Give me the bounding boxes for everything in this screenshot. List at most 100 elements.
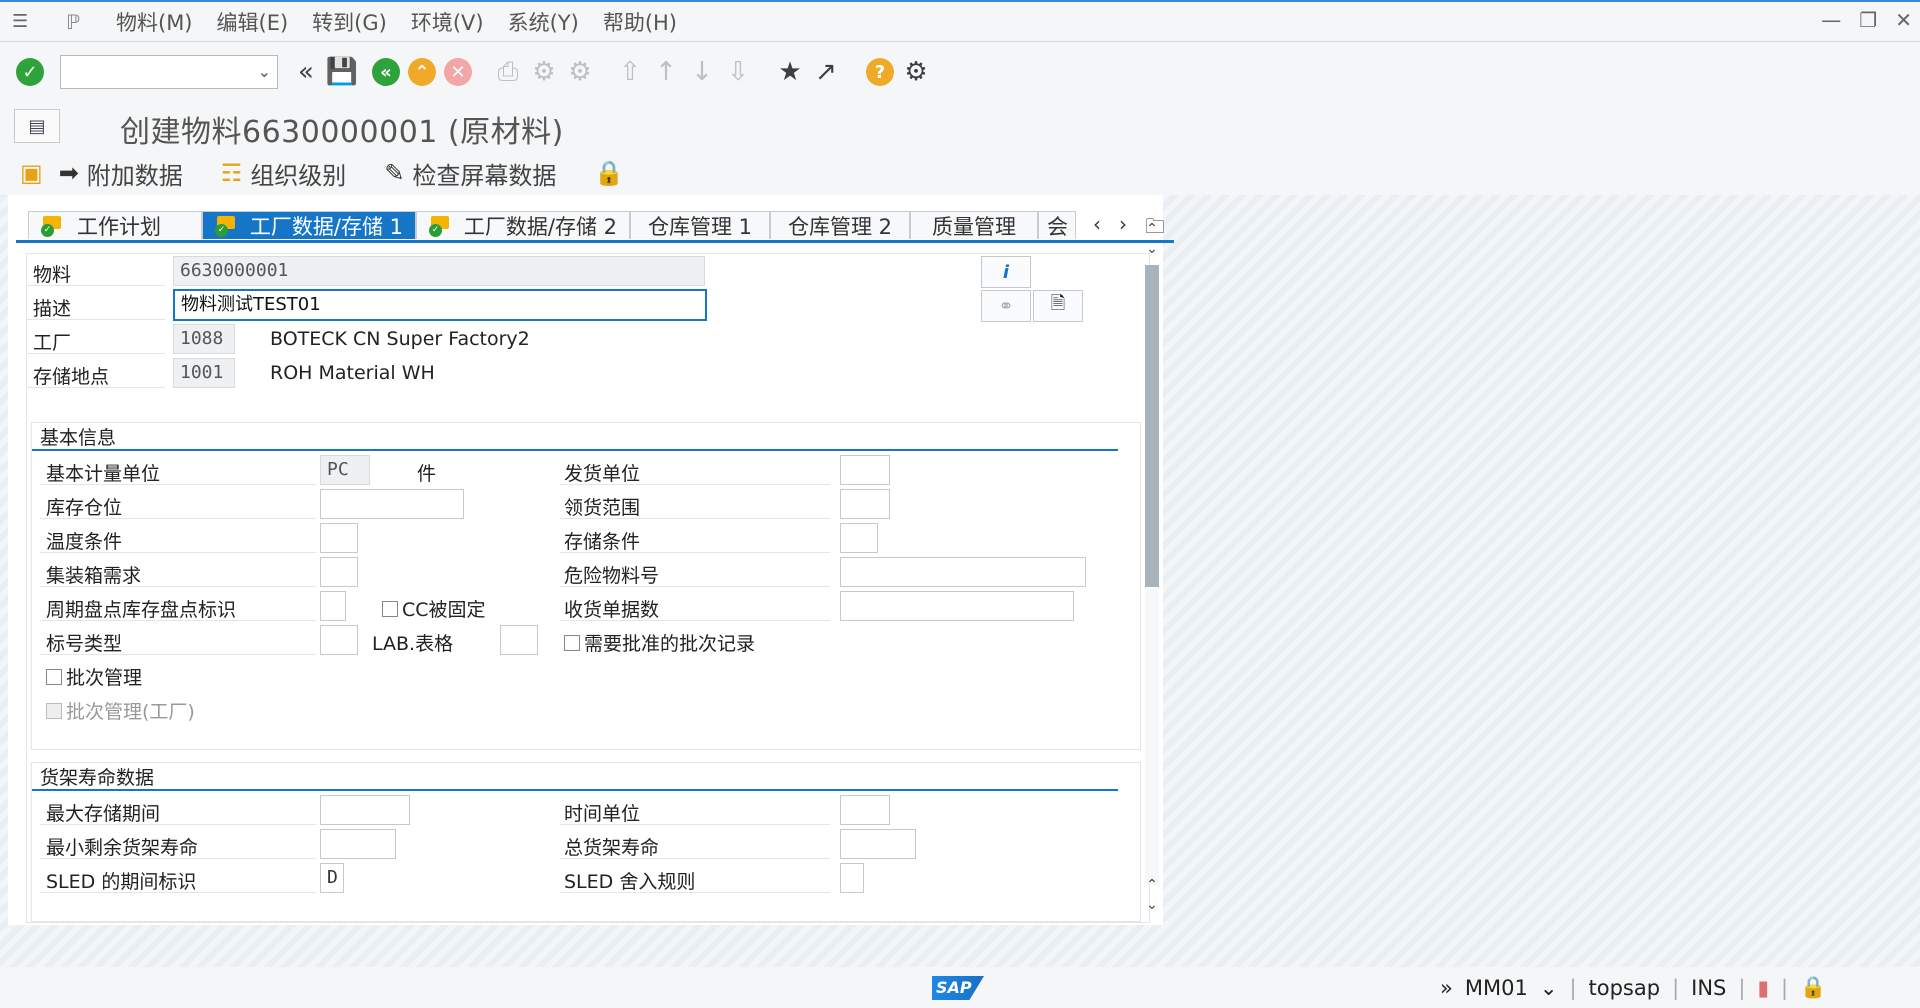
haz-mat-input[interactable] — [840, 557, 1086, 587]
org-levels-button[interactable]: ☶ 组织级别 — [221, 156, 347, 191]
vertical-scrollbar[interactable]: ⌃ ⌄ — [1142, 221, 1162, 885]
back-history-button[interactable]: « — [288, 54, 324, 90]
sled-rounding-input[interactable] — [840, 863, 864, 893]
select-views-button[interactable]: ▣ — [20, 159, 43, 187]
additional-data-label: 附加数据 — [86, 161, 183, 190]
storage-location-field: 1001 — [173, 358, 235, 388]
help-button[interactable]: ? — [862, 54, 898, 90]
menu-bar: ☰ ℙ 物料(M) 编辑(E) 转到(G) 环境(V) 系统(Y) 帮助(H) … — [0, 0, 1920, 42]
tab-plant-storage-2[interactable]: ✓ 工厂数据/存储 2 — [416, 211, 630, 239]
print-button[interactable]: ⎙ — [490, 54, 526, 90]
approved-batch-checkbox[interactable]: 需要批准的批次记录 — [564, 629, 755, 656]
lock-button[interactable]: 🔒 — [594, 159, 624, 187]
storage-cond-input[interactable] — [840, 523, 878, 553]
label-type-input[interactable] — [320, 625, 358, 655]
scroll-up-icon[interactable]: ⌃ — [1142, 221, 1162, 241]
display-button[interactable]: ⚭ — [981, 290, 1031, 322]
server-name: topsap — [1588, 975, 1661, 1000]
group-title: 货架寿命数据 — [40, 767, 155, 789]
scroll-down-icon[interactable]: ⌄ — [1142, 897, 1162, 917]
scroll-thumb[interactable] — [1145, 265, 1159, 587]
tab-label: 仓库管理 2 — [787, 214, 893, 239]
save-icon: 💾 — [325, 57, 359, 87]
tab-plant-storage-1[interactable]: ✓ 工厂数据/存储 1 — [202, 211, 416, 239]
time-unit-input[interactable] — [840, 795, 890, 825]
tab-warehouse-2[interactable]: 仓库管理 2 — [770, 211, 910, 239]
customize-layout-button[interactable]: ⚙ — [898, 54, 934, 90]
input-mode[interactable]: INS — [1691, 976, 1726, 1000]
close-icon[interactable]: ✕ — [1895, 8, 1912, 32]
next-page-button[interactable]: ↓ — [684, 54, 720, 90]
sled-period-label: SLED 的期间标识 — [46, 871, 197, 893]
scroll-down-icon[interactable]: ⌄ — [1142, 241, 1162, 261]
sled-period-input[interactable]: D — [320, 863, 344, 893]
prev-page-button[interactable]: ↑ — [648, 54, 684, 90]
view-status-icon: ✓ — [215, 215, 236, 237]
last-page-button[interactable]: ⇩ — [720, 54, 756, 90]
unit-of-issue-input[interactable] — [840, 455, 890, 485]
tab-quality[interactable]: 质量管理 — [910, 211, 1038, 239]
check-screen-data-button[interactable]: ✎ 检查屏幕数据 — [384, 156, 556, 191]
double-chevron-right-icon[interactable]: » — [1440, 976, 1453, 1000]
max-storage-input[interactable] — [320, 795, 410, 825]
scroll-up-icon[interactable]: ⌃ — [1142, 877, 1162, 897]
menu-help[interactable]: 帮助(H) — [603, 7, 677, 37]
menu-system[interactable]: 系统(Y) — [508, 7, 579, 37]
description-input[interactable]: 物料测试TEST01 — [173, 289, 707, 321]
menu-material[interactable]: 物料(M) — [116, 7, 193, 37]
lab-form-input[interactable] — [500, 625, 538, 655]
menu-environment[interactable]: 环境(V) — [411, 7, 484, 37]
group-title: 基本信息 — [40, 427, 117, 449]
group-title-line — [32, 789, 1118, 791]
restore-icon[interactable]: ❐ — [1859, 8, 1877, 32]
tab-work-scheduling[interactable]: ✓ 工作计划 — [28, 211, 202, 239]
tab-accounting[interactable]: 会 — [1038, 211, 1076, 239]
find-button[interactable]: ⚙ — [526, 54, 562, 90]
checkbox-box[interactable] — [382, 600, 398, 617]
storage-bin-input[interactable] — [320, 489, 464, 519]
shortcut-button[interactable]: ↗ — [808, 54, 844, 90]
cycle-count-input[interactable] — [320, 591, 346, 621]
additional-data-button[interactable]: ➡ 附加数据 — [59, 156, 183, 191]
exit-button[interactable]: ⌃ — [404, 54, 440, 90]
cc-fixed-checkbox[interactable]: CC被固定 — [382, 595, 486, 622]
min-rem-input[interactable] — [320, 829, 396, 859]
save-button[interactable]: 💾 — [324, 54, 360, 90]
transaction-code: MM01 — [1464, 975, 1528, 1000]
binoculars-icon: ⚙ — [532, 57, 556, 87]
temp-cond-input[interactable] — [320, 523, 358, 553]
find-next-button[interactable]: ⚙ — [562, 54, 598, 90]
menu-goto[interactable]: 转到(G) — [312, 7, 387, 37]
command-field[interactable]: ⌄ — [60, 55, 278, 89]
picking-area-input[interactable] — [840, 489, 890, 519]
haz-mat-label: 危险物料号 — [564, 565, 660, 587]
cancel-button[interactable]: ✕ — [440, 54, 476, 90]
first-page-button[interactable]: ⇧ — [612, 54, 648, 90]
back-button[interactable]: « — [368, 54, 404, 90]
checkbox-box[interactable] — [46, 668, 62, 685]
batch-mgmt-checkbox[interactable]: 批次管理 — [46, 663, 142, 690]
document-button[interactable]: 🗎 — [1033, 290, 1083, 322]
chevron-down-icon[interactable]: ⌄ — [1540, 976, 1558, 1000]
total-shelf-input[interactable] — [840, 829, 916, 859]
tab-content: 物料 6630000001 描述 物料测试TEST01 工厂 1088 BOTE… — [26, 253, 1150, 923]
page-title: 创建物料6630000001 (原材料) — [120, 115, 564, 150]
picking-area-label: 领货范围 — [564, 497, 641, 519]
checkbox-box[interactable] — [564, 634, 580, 651]
minimize-icon[interactable]: — — [1821, 8, 1841, 32]
temp-cond-label: 温度条件 — [46, 531, 123, 553]
container-input[interactable] — [320, 557, 358, 587]
tab-warehouse-1[interactable]: 仓库管理 1 — [630, 211, 770, 239]
enter-button[interactable]: ✓ — [12, 54, 48, 90]
menu-edit[interactable]: 编辑(E) — [217, 7, 289, 37]
gr-slips-input[interactable] — [840, 591, 1074, 621]
command-input[interactable] — [61, 56, 251, 86]
info-button[interactable]: i — [981, 256, 1031, 288]
chevron-down-icon[interactable]: ⌄ — [258, 62, 271, 81]
batch-mgmt-plant-checkbox: 批次管理(工厂) — [46, 697, 195, 724]
create-session-button[interactable]: ★ — [772, 54, 808, 90]
screen-menu-icon[interactable]: ▤ — [14, 109, 60, 143]
arrow-right-icon: ➡ — [58, 159, 79, 187]
system-menu-icon[interactable]: ☰ — [12, 12, 36, 31]
plant-name: BOTECK CN Super Factory2 — [270, 328, 530, 350]
